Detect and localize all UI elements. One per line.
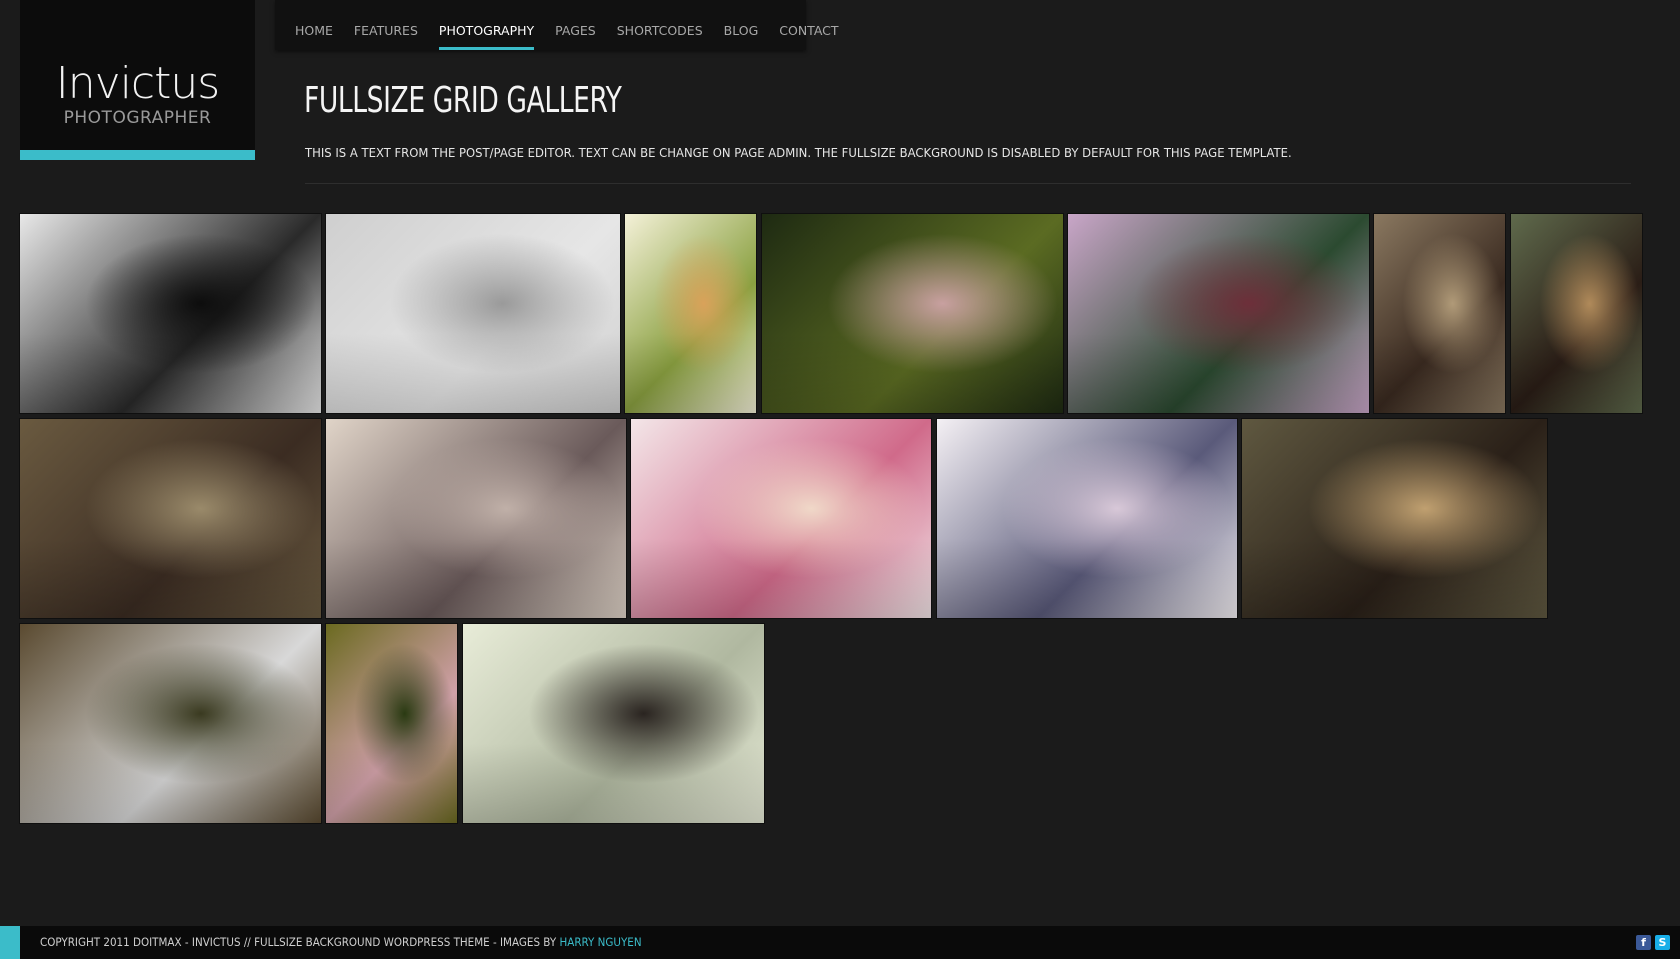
- photo-shade: [326, 624, 457, 823]
- photo-wallpaper-posing[interactable]: [1374, 214, 1505, 413]
- header-divider: [305, 183, 1631, 184]
- photo-forest-pink[interactable]: [326, 624, 457, 823]
- photo-shade: [20, 214, 321, 413]
- photo-park-sitting[interactable]: [625, 214, 756, 413]
- logo-accent-bar: [20, 150, 255, 160]
- footer-copyright-text: COPYRIGHT 2011 DOITMAX - INVICTUS // FUL…: [40, 935, 557, 949]
- page-title: FULLSIZE GRID GALLERY: [304, 80, 622, 121]
- site-logo[interactable]: Invictus PHOTOGRAPHER: [20, 0, 255, 160]
- footer-accent-bar: [0, 926, 20, 959]
- photo-man-balcony[interactable]: [937, 419, 1237, 618]
- photo-shade: [463, 624, 764, 823]
- logo-title: Invictus: [55, 58, 220, 109]
- footer: COPYRIGHT 2011 DOITMAX - INVICTUS // FUL…: [0, 926, 1680, 959]
- photo-forest-sunglasses[interactable]: [762, 214, 1063, 413]
- photo-shade: [326, 419, 626, 618]
- photo-shade: [20, 624, 321, 823]
- page-intro-text: THIS IS A TEXT FROM THE POST/PAGE EDITOR…: [305, 145, 1292, 160]
- photo-shade: [20, 419, 321, 618]
- photo-shade: [326, 214, 620, 413]
- skype-icon[interactable]: S: [1655, 935, 1670, 950]
- photo-floral-dress[interactable]: [1068, 214, 1369, 413]
- photo-shade: [625, 214, 756, 413]
- photo-bw-feathers[interactable]: [20, 214, 321, 413]
- nav-item-blog[interactable]: BLOG: [724, 0, 759, 50]
- logo-subtitle: PHOTOGRAPHER: [63, 108, 212, 128]
- nav-item-home[interactable]: HOME: [295, 0, 333, 50]
- footer-credit-link[interactable]: HARRY NGUYEN: [559, 935, 641, 949]
- nav-item-features[interactable]: FEATURES: [354, 0, 418, 50]
- photo-shade: [1242, 419, 1547, 618]
- photo-white-hat[interactable]: [326, 214, 620, 413]
- photo-plaid-shirt[interactable]: [20, 419, 321, 618]
- photo-man-lying[interactable]: [20, 624, 321, 823]
- nav-item-pages[interactable]: PAGES: [555, 0, 596, 50]
- photo-leopard-chair[interactable]: [1242, 419, 1547, 618]
- photo-white-back[interactable]: [463, 624, 764, 823]
- nav-item-contact[interactable]: CONTACT: [779, 0, 838, 50]
- photo-shade: [1511, 214, 1642, 413]
- photo-shade: [631, 419, 931, 618]
- photo-man-railing[interactable]: [326, 419, 626, 618]
- photo-shade: [762, 214, 1063, 413]
- facebook-icon[interactable]: f: [1636, 935, 1651, 950]
- photo-shade: [937, 419, 1237, 618]
- photo-shade: [1374, 214, 1505, 413]
- photo-shade: [1068, 214, 1369, 413]
- page: Invictus PHOTOGRAPHER HOME FEATURES PHOT…: [0, 0, 1680, 959]
- nav-item-photography[interactable]: PHOTOGRAPHY: [438, 0, 535, 50]
- main-nav: HOME FEATURES PHOTOGRAPHY PAGES SHORTCOD…: [275, 0, 839, 50]
- nav-item-shortcodes[interactable]: SHORTCODES: [617, 0, 703, 50]
- photo-leopard-earrings[interactable]: [1511, 214, 1642, 413]
- footer-copyright: COPYRIGHT 2011 DOITMAX - INVICTUS // FUL…: [40, 926, 642, 959]
- photo-mirror-pink[interactable]: [631, 419, 931, 618]
